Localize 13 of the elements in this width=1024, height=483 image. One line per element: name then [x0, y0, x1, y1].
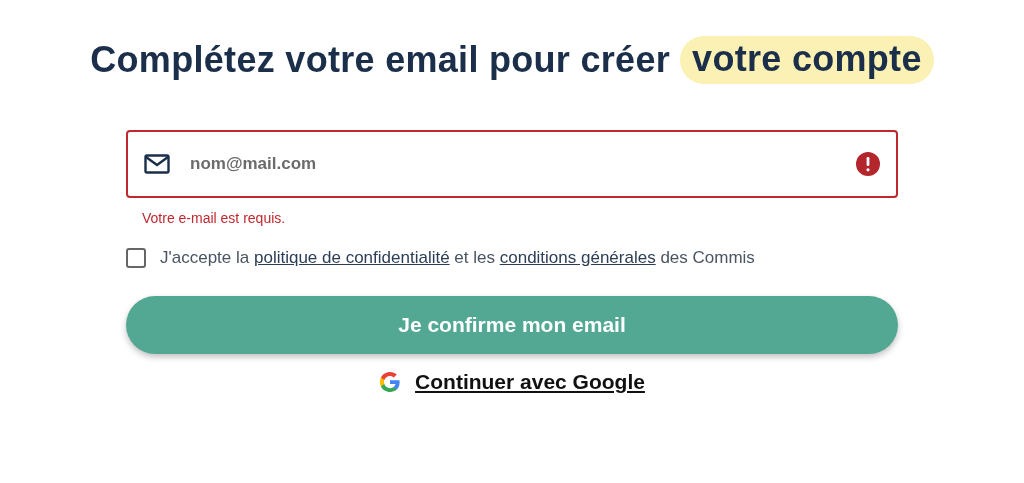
google-link[interactable]: Continuer avec Google — [415, 370, 645, 394]
email-field[interactable]: nom@mail.com — [126, 130, 898, 198]
google-icon — [379, 371, 402, 393]
error-icon — [856, 152, 880, 176]
envelope-icon — [144, 154, 170, 174]
policy-link[interactable]: conditions générales — [499, 248, 656, 267]
policy-link[interactable]: politique de confidentialité — [253, 248, 450, 267]
consent-text: J'accepte la politique de confidentialité et les conditions générales des Commis — [160, 248, 755, 268]
email-input[interactable]: nom@mail.com — [188, 153, 838, 175]
heading-text: Complétez votre email pour créer — [90, 39, 671, 81]
checkbox[interactable] — [126, 248, 146, 268]
highlighted-heading-text: votre compte — [680, 36, 934, 84]
error-message: Votre e-mail est requis. — [142, 210, 287, 226]
